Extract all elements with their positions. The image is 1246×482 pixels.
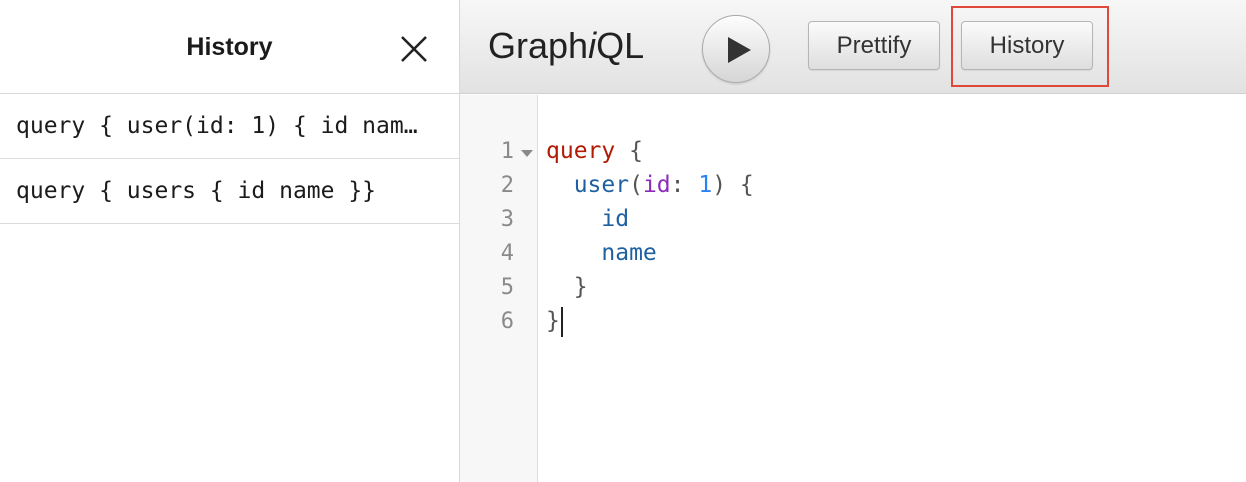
line-number: 5 bbox=[500, 275, 514, 300]
graphiql-main: GraphiQL Prettify History 1 2 3 4 5 6 qu… bbox=[460, 0, 1246, 482]
punctuation-token: : bbox=[670, 172, 699, 198]
logo-text-suffix: QL bbox=[596, 25, 645, 66]
editor-gutter: 1 2 3 4 5 6 bbox=[460, 95, 538, 482]
code-line: name bbox=[546, 236, 754, 270]
code-line: } bbox=[546, 270, 754, 304]
query-editor[interactable]: query { user(id: 1) { id name } } bbox=[546, 134, 754, 338]
history-panel-header: History bbox=[0, 0, 459, 94]
field-token: name bbox=[601, 240, 657, 266]
run-query-button[interactable] bbox=[702, 15, 770, 83]
graphiql-logo: GraphiQL bbox=[488, 25, 644, 67]
punctuation-token: } bbox=[546, 308, 560, 334]
history-panel-title: History bbox=[186, 33, 273, 61]
keyword-token: query bbox=[546, 138, 616, 164]
close-icon[interactable] bbox=[396, 31, 432, 67]
history-panel: History query { user(id: 1) { id nam… qu… bbox=[0, 0, 460, 482]
line-number: 2 bbox=[500, 173, 514, 198]
history-item[interactable]: query { user(id: 1) { id nam… bbox=[0, 94, 459, 159]
argument-token: id bbox=[642, 172, 671, 198]
punctuation-token: ( bbox=[629, 172, 643, 198]
line-number: 3 bbox=[500, 207, 514, 232]
line-number: 6 bbox=[500, 309, 514, 334]
field-token: id bbox=[601, 206, 630, 232]
code-line: query { bbox=[546, 134, 754, 168]
toolbar: GraphiQL Prettify History bbox=[460, 0, 1246, 94]
text-cursor bbox=[560, 306, 563, 337]
prettify-button[interactable]: Prettify bbox=[808, 21, 940, 70]
logo-text-prefix: Graph bbox=[488, 25, 589, 66]
punctuation-token: } bbox=[573, 274, 588, 300]
history-item-label: query { users { id name }} bbox=[16, 178, 377, 204]
field-token: user bbox=[573, 172, 630, 198]
code-line: user(id: 1) { bbox=[546, 168, 754, 202]
punctuation-token: ) { bbox=[712, 172, 754, 198]
number-token: 1 bbox=[698, 172, 713, 198]
logo-text-italic: i bbox=[588, 25, 597, 66]
history-item[interactable]: query { users { id name }} bbox=[0, 159, 459, 224]
line-number: 1 bbox=[500, 139, 514, 164]
fold-arrow-icon[interactable] bbox=[520, 149, 534, 159]
punctuation-token: { bbox=[629, 138, 643, 164]
line-number: 4 bbox=[500, 241, 514, 266]
history-item-label: query { user(id: 1) { id nam… bbox=[16, 113, 418, 139]
code-line: } bbox=[546, 304, 754, 338]
play-icon bbox=[728, 37, 751, 63]
code-line: id bbox=[546, 202, 754, 236]
history-button[interactable]: History bbox=[961, 21, 1093, 70]
